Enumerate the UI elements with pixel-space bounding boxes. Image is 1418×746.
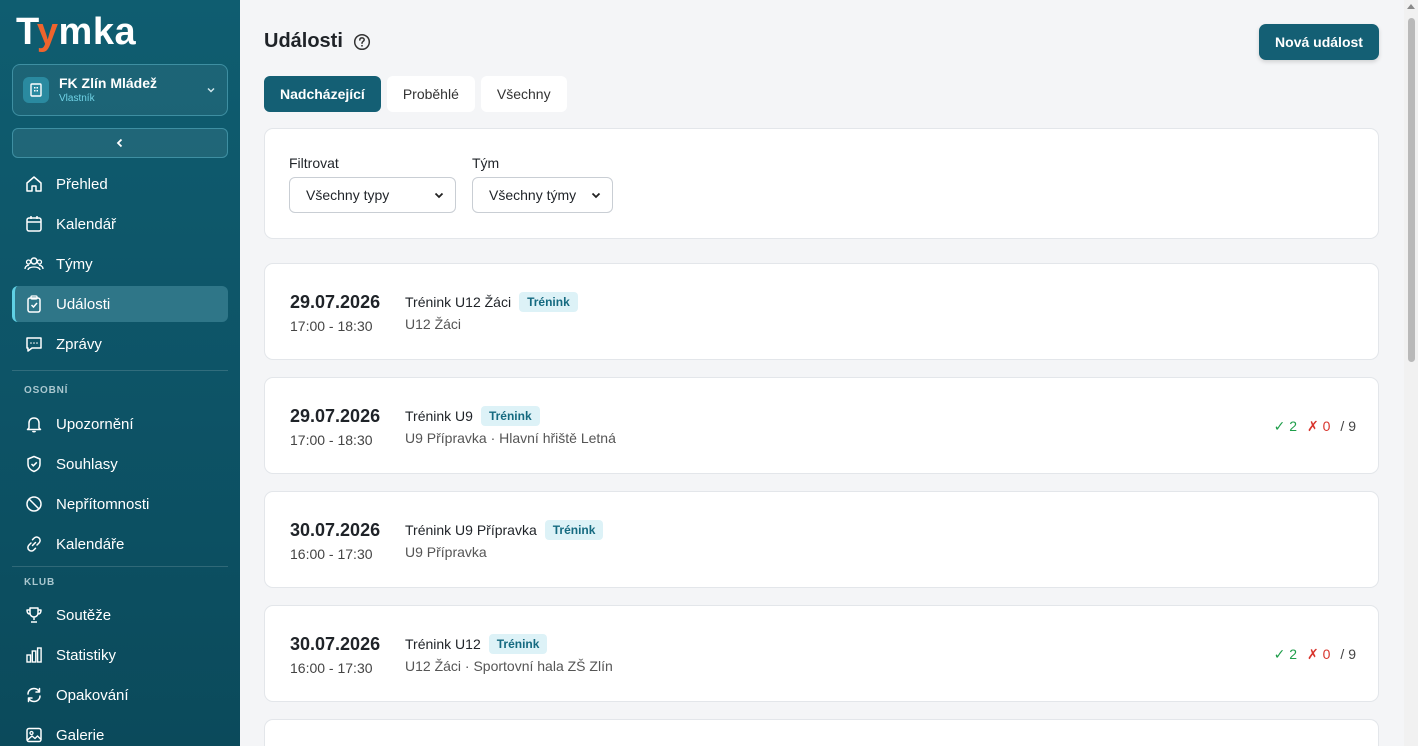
sidebar-item-souhlasy[interactable]: Souhlasy xyxy=(12,446,228,482)
section-label-club: KLUB xyxy=(24,577,55,588)
attending-count: ✓ 2 xyxy=(1273,646,1298,662)
event-card[interactable]: 30.07.2026 16:00 - 17:30 Trénink U12 Tré… xyxy=(264,605,1379,702)
sidebar-divider xyxy=(12,370,228,371)
event-time: 16:00 - 17:30 xyxy=(290,660,373,676)
declined-count: ✗ 0 xyxy=(1307,418,1331,434)
users-icon xyxy=(24,257,44,271)
event-type-badge: Trénink xyxy=(488,634,548,654)
total-count: / 9 xyxy=(1340,418,1356,434)
building-icon xyxy=(23,77,49,103)
sidebar-item-prehled[interactable]: Přehled xyxy=(12,166,228,202)
sidebar-item-upozorneni[interactable]: Upozornění xyxy=(12,406,228,442)
event-card[interactable] xyxy=(264,719,1379,746)
page-scrollbar[interactable] xyxy=(1404,0,1418,746)
event-title: Trénink U9 Trénink xyxy=(405,406,540,426)
event-subtitle: U12 Žáci xyxy=(405,316,462,332)
filter-panel: Filtrovat Všechny typy Tým Všechny týmy xyxy=(264,128,1379,239)
total-count: / 9 xyxy=(1340,646,1356,662)
tab-upcoming[interactable]: Nadcházející xyxy=(264,76,381,112)
attending-count: ✓ 2 xyxy=(1273,418,1298,434)
section-label-personal: OSOBNÍ xyxy=(24,385,69,396)
sidebar-item-opakovani[interactable]: Opakování xyxy=(12,677,228,713)
sidebar: Tymka FK Zlín Mládež Vlastník Přehled Ka… xyxy=(0,0,240,746)
ban-icon xyxy=(26,496,42,512)
sidebar-divider xyxy=(12,566,228,567)
event-tabs: Nadcházející Proběhlé Všechny xyxy=(264,76,567,112)
team-filter-select[interactable]: Všechny týmy xyxy=(472,177,613,213)
event-date: 29.07.2026 xyxy=(290,406,381,426)
chat-icon xyxy=(26,337,42,352)
event-time: 17:00 - 18:30 xyxy=(290,318,373,334)
event-type-badge: Trénink xyxy=(544,520,604,540)
club-name: FK Zlín Mládež xyxy=(59,74,157,91)
event-date: 30.07.2026 xyxy=(290,520,381,540)
main-content: Události Nová událost Nadcházející Probě… xyxy=(240,0,1404,746)
attendance-stats: ✓ 2 ✗ 0 / 9 xyxy=(1274,418,1356,435)
bell-icon xyxy=(26,417,42,433)
collapse-sidebar-button[interactable] xyxy=(12,128,228,158)
sidebar-item-nepritomnosti[interactable]: Nepřítomnosti xyxy=(12,486,228,522)
chevron-left-icon xyxy=(116,138,123,148)
sidebar-item-kalendar[interactable]: Kalendář xyxy=(12,206,228,242)
clipboard-icon xyxy=(27,295,41,313)
event-date: 29.07.2026 xyxy=(290,292,381,312)
chevron-down-icon xyxy=(207,87,215,93)
event-card[interactable]: 30.07.2026 16:00 - 17:30 Trénink U9 Příp… xyxy=(264,491,1379,588)
page-title: Události xyxy=(264,30,371,53)
chevron-down-icon xyxy=(434,192,444,199)
sidebar-item-souteze[interactable]: Soutěže xyxy=(12,597,228,633)
type-filter-group: Filtrovat Všechny typy xyxy=(289,155,456,213)
type-filter-select[interactable]: Všechny typy xyxy=(289,177,456,213)
sidebar-item-tymy[interactable]: Týmy xyxy=(12,246,228,282)
home-icon xyxy=(26,176,42,192)
calendar-icon xyxy=(26,216,42,232)
help-icon[interactable] xyxy=(353,33,371,51)
event-subtitle: U9 Přípravka xyxy=(405,544,487,560)
event-date: 30.07.2026 xyxy=(290,634,381,654)
image-icon xyxy=(26,727,42,743)
event-subtitle: U12 Žáci · Sportovní hala ZŠ Zlín xyxy=(405,658,613,674)
repeat-icon xyxy=(27,687,41,703)
event-title: Trénink U9 Přípravka Trénink xyxy=(405,520,604,540)
club-switcher[interactable]: FK Zlín Mládež Vlastník xyxy=(12,64,228,116)
shield-icon xyxy=(27,455,41,473)
sidebar-item-udalosti[interactable]: Události xyxy=(12,286,228,322)
event-subtitle: U9 Přípravka · Hlavní hřiště Letná xyxy=(405,430,616,446)
chart-icon xyxy=(26,647,42,663)
event-card[interactable]: 29.07.2026 17:00 - 18:30 Trénink U9 Trén… xyxy=(264,377,1379,474)
type-filter-label: Filtrovat xyxy=(289,155,339,171)
event-card[interactable]: 29.07.2026 17:00 - 18:30 Trénink U12 Žác… xyxy=(264,263,1379,360)
event-type-badge: Trénink xyxy=(519,292,578,312)
club-role: Vlastník xyxy=(59,92,95,104)
app-logo[interactable]: Tymka xyxy=(16,10,136,54)
tab-all[interactable]: Všechny xyxy=(480,76,567,112)
new-event-button[interactable]: Nová událost xyxy=(1259,24,1379,60)
sidebar-item-statistiky[interactable]: Statistiky xyxy=(12,637,228,673)
declined-count: ✗ 0 xyxy=(1307,646,1331,662)
scrollbar-thumb[interactable] xyxy=(1408,18,1415,362)
sidebar-item-galerie[interactable]: Galerie xyxy=(12,717,228,746)
event-title: Trénink U12 Žáci Trénink xyxy=(405,292,578,312)
scroll-up-arrow[interactable] xyxy=(1407,4,1415,9)
team-filter-label: Tým xyxy=(472,155,500,171)
link-icon xyxy=(27,536,41,552)
event-time: 17:00 - 18:30 xyxy=(290,432,373,448)
sidebar-item-zpravy[interactable]: Zprávy xyxy=(12,326,228,362)
tab-past[interactable]: Proběhlé xyxy=(386,76,475,112)
sidebar-item-kalendare[interactable]: Kalendáře xyxy=(12,526,228,562)
trophy-icon xyxy=(26,607,42,623)
team-filter-group: Tým Všechny týmy xyxy=(472,155,613,213)
chevron-down-icon xyxy=(591,192,601,199)
event-type-badge: Trénink xyxy=(480,406,540,426)
attendance-stats: ✓ 2 ✗ 0 / 9 xyxy=(1274,646,1356,663)
event-title: Trénink U12 Trénink xyxy=(405,634,548,654)
event-time: 16:00 - 17:30 xyxy=(290,546,373,562)
